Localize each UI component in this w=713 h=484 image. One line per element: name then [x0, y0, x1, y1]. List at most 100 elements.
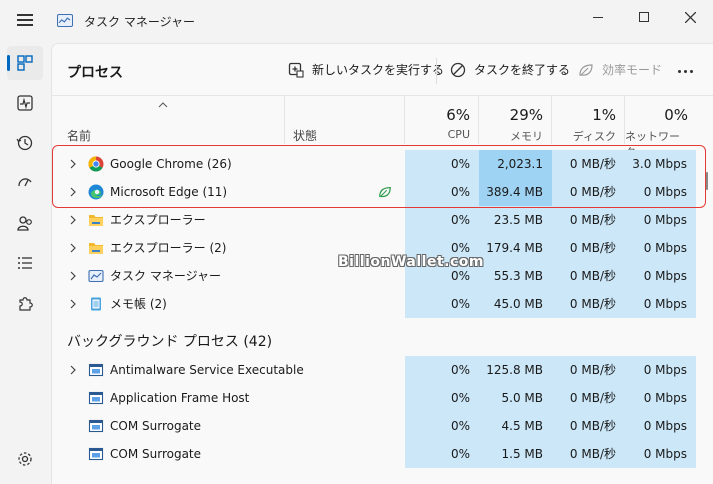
- chevron-right-icon[interactable]: [70, 243, 77, 253]
- end-task-button[interactable]: タスクを終了する: [450, 61, 570, 78]
- app-window-icon: [88, 391, 104, 405]
- chevron-right-icon[interactable]: [70, 299, 77, 309]
- column-header-cpu[interactable]: 6% CPU: [405, 96, 479, 144]
- hamburger-menu-icon[interactable]: [17, 14, 33, 26]
- users-icon: [17, 216, 32, 231]
- settings-gear-icon: [18, 452, 32, 466]
- minimize-icon: [593, 16, 603, 18]
- cpu-cell: 0%: [405, 356, 479, 384]
- table-row[interactable]: Antimalware Service Executable 0% 125.8 …: [52, 356, 713, 384]
- sort-up-icon: [158, 102, 168, 108]
- cpu-cell: 0%: [405, 384, 479, 412]
- watermark: BillionWallet.com: [338, 254, 484, 270]
- efficiency-leaf-icon: [379, 187, 391, 198]
- task-manager-icon: [88, 269, 104, 283]
- process-name: Application Frame Host: [110, 391, 250, 405]
- disk-cell: 0 MB/秒: [552, 234, 625, 262]
- column-header-name[interactable]: 名前: [52, 96, 285, 144]
- toolbar-divider: [436, 58, 437, 84]
- network-cell: 0 Mbps: [625, 384, 696, 412]
- end-task-label: タスクを終了する: [474, 63, 571, 77]
- run-new-task-button[interactable]: 新しいタスクを実行する: [288, 61, 444, 78]
- column-header-network[interactable]: 0% ネットワーク: [625, 96, 696, 159]
- process-name: Google Chrome (26): [110, 157, 232, 171]
- process-name: COM Surrogate: [110, 419, 202, 433]
- background-processes-heading[interactable]: バックグラウンド プロセス (42): [67, 331, 272, 351]
- more-options-button[interactable]: [678, 70, 693, 73]
- disk-cell: 0 MB/秒: [552, 290, 625, 318]
- network-cell: 0 Mbps: [625, 440, 696, 468]
- table-row[interactable]: COM Surrogate 0% 1.5 MB 0 MB/秒 0 Mbps: [52, 440, 713, 468]
- table-row[interactable]: メモ帳 (2) 0% 45.0 MB 0 MB/秒 0 Mbps: [52, 290, 713, 318]
- chevron-right-icon[interactable]: [70, 215, 77, 225]
- process-name: メモ帳 (2): [110, 297, 167, 311]
- memory-cell: 4.5 MB: [479, 412, 552, 440]
- table-row[interactable]: COM Surrogate 0% 4.5 MB 0 MB/秒 0 Mbps: [52, 412, 713, 440]
- sidebar-item-settings[interactable]: [7, 442, 43, 476]
- network-cell: 0 Mbps: [625, 356, 696, 384]
- window-title: タスク マネージャー: [84, 15, 195, 29]
- network-cell: 0 Mbps: [625, 412, 696, 440]
- table-row[interactable]: エクスプローラー 0% 23.5 MB 0 MB/秒 0 Mbps: [52, 206, 713, 234]
- folder-icon: [89, 243, 103, 254]
- sidebar-item-users[interactable]: [7, 206, 43, 240]
- close-icon: [684, 11, 696, 23]
- cpu-cell: 0%: [405, 290, 479, 318]
- disk-cell: 0 MB/秒: [552, 356, 625, 384]
- edge-icon: [88, 184, 104, 200]
- minimize-button[interactable]: [575, 4, 621, 30]
- column-header-memory[interactable]: 29% メモリ: [479, 96, 552, 144]
- cpu-cell: 0%: [405, 150, 479, 178]
- sidebar-item-details[interactable]: [7, 246, 43, 280]
- network-cell: 0 Mbps: [625, 178, 696, 206]
- new-task-icon: [288, 62, 304, 78]
- speedometer-icon: [18, 178, 32, 187]
- command-bar: プロセス 新しいタスクを実行する タスクを終了する 効率モード: [52, 44, 713, 96]
- sidebar: [0, 38, 50, 484]
- notepad-icon: [91, 297, 101, 311]
- disk-cell: 0 MB/秒: [552, 206, 625, 234]
- sidebar-item-performance[interactable]: [7, 86, 43, 120]
- sidebar-item-app-history[interactable]: [7, 126, 43, 160]
- network-cell: 3.0 Mbps: [625, 150, 696, 178]
- chevron-right-icon[interactable]: [70, 365, 77, 375]
- chevron-right-icon[interactable]: [70, 159, 77, 169]
- cpu-cell: 0%: [405, 412, 479, 440]
- title-bar: タスク マネージャー: [0, 0, 713, 38]
- network-cell: 0 Mbps: [625, 206, 696, 234]
- disk-cell: 0 MB/秒: [552, 412, 625, 440]
- cpu-cell: 0%: [405, 206, 479, 234]
- process-name: エクスプローラー: [110, 213, 206, 227]
- memory-cell: 1.5 MB: [479, 440, 552, 468]
- process-name: エクスプローラー (2): [110, 241, 227, 255]
- memory-cell: 125.8 MB: [479, 356, 552, 384]
- sidebar-item-services[interactable]: [7, 286, 43, 320]
- sidebar-item-processes[interactable]: [7, 46, 43, 80]
- table-row[interactable]: Google Chrome (26) 0% 2,023.1 MB 0 MB/秒 …: [52, 150, 713, 199]
- list-icon: [18, 257, 32, 269]
- disk-cell: 0 MB/秒: [552, 262, 625, 290]
- scrollbar-thumb[interactable]: [706, 172, 708, 190]
- app-window-icon: [88, 419, 104, 433]
- network-cell: 0 Mbps: [625, 262, 696, 290]
- history-icon: [16, 135, 33, 151]
- memory-cell: 55.3 MB: [479, 262, 552, 290]
- chrome-icon: [88, 156, 104, 172]
- process-name: Antimalware Service Executable: [110, 363, 304, 377]
- maximize-button[interactable]: [621, 4, 667, 30]
- process-name: COM Surrogate: [110, 447, 202, 461]
- chevron-right-icon[interactable]: [70, 187, 77, 197]
- efficiency-mode-label: 効率モード: [602, 63, 663, 77]
- table-row[interactable]: Microsoft Edge (11) 0% 389.4 MB 0 MB/秒 0…: [52, 178, 713, 206]
- column-header-status[interactable]: 状態: [285, 96, 405, 144]
- close-button[interactable]: [667, 4, 713, 30]
- app-window-icon: [88, 447, 104, 461]
- chevron-right-icon[interactable]: [70, 271, 77, 281]
- column-header-disk[interactable]: 1% ディスク: [552, 96, 625, 144]
- folder-icon: [89, 215, 103, 226]
- memory-cell: 45.0 MB: [479, 290, 552, 318]
- table-row[interactable]: Application Frame Host 0% 5.0 MB 0 MB/秒 …: [52, 384, 713, 412]
- sidebar-item-startup-apps[interactable]: [7, 166, 43, 200]
- main-content: プロセス 新しいタスクを実行する タスクを終了する 効率モード 名前 状態 6%…: [51, 43, 713, 484]
- efficiency-mode-button[interactable]: 効率モード: [578, 61, 662, 78]
